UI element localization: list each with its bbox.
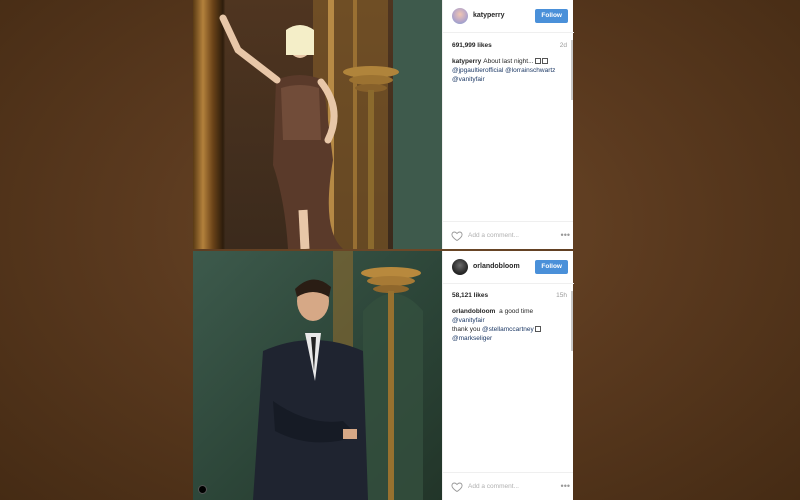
scrollbar[interactable] [570,40,573,120]
follow-button[interactable]: Follow [535,260,568,274]
likes-count[interactable]: 58,121 likes [452,292,488,299]
more-options-icon[interactable]: ••• [561,230,570,240]
caption-text: a good time [499,308,534,315]
scrollbar[interactable] [570,291,573,371]
caption-mention[interactable]: @vanityfair [452,317,485,324]
post-header: orlandobloom Follow [443,251,574,284]
heart-icon[interactable] [451,230,463,242]
post-photo[interactable] [193,251,442,500]
caption-mention[interactable]: @markseliger [452,335,492,342]
emoji-icon [541,58,548,64]
avatar[interactable] [452,259,468,275]
instagram-posts-collage: katyperry Follow 691,999 likes 2d katype… [193,0,574,500]
post-age[interactable]: 2d [560,42,567,49]
comment-row: Add a comment... ••• [443,221,573,249]
follow-button[interactable]: Follow [535,9,568,23]
comment-input[interactable]: Add a comment... [468,483,519,490]
heart-icon[interactable] [451,481,463,493]
photo-illustration [219,0,442,249]
caption-mention[interactable]: @vanityfair [452,76,485,83]
caption: katyperry About last night... @jpgaultier… [452,57,565,84]
caption-author[interactable]: katyperry [452,58,481,65]
post-age[interactable]: 15h [556,292,567,299]
photo-illustration [253,251,423,500]
scrollbar-thumb[interactable] [571,291,573,351]
caption-mention[interactable]: @lorrainschwartz [505,67,555,74]
comment-row: Add a comment... ••• [443,472,573,500]
instagram-glyph-icon [198,485,207,494]
post-orlandobloom: orlandobloom Follow 58,121 likes 15h orl… [193,251,574,500]
caption-text: About last night... [483,58,534,65]
likes-row: 691,999 likes 2d [452,42,567,52]
emoji-icon [534,58,541,64]
caption: orlandobloom a good time @vanityfair tha… [452,307,565,343]
avatar[interactable] [452,8,468,24]
emoji-icon [534,326,541,332]
post-header: katyperry Follow [443,0,574,33]
caption-mention[interactable]: @stellamccartney [482,326,534,333]
username[interactable]: orlandobloom [473,263,520,270]
post-sidebar: orlandobloom Follow 58,121 likes 15h orl… [442,251,574,500]
post-photo[interactable] [193,0,442,249]
likes-count[interactable]: 691,999 likes [452,42,492,49]
scrollbar-thumb[interactable] [571,40,573,100]
caption-author[interactable]: orlandobloom [452,308,495,315]
comment-input[interactable]: Add a comment... [468,232,519,239]
caption-mention[interactable]: @jpgaultierofficial [452,67,503,74]
more-options-icon[interactable]: ••• [561,481,570,491]
caption-text: thank you [452,326,481,333]
post-sidebar: katyperry Follow 691,999 likes 2d katype… [442,0,574,249]
likes-row: 58,121 likes 15h [452,292,567,302]
username[interactable]: katyperry [473,12,505,19]
post-katyperry: katyperry Follow 691,999 likes 2d katype… [193,0,574,249]
